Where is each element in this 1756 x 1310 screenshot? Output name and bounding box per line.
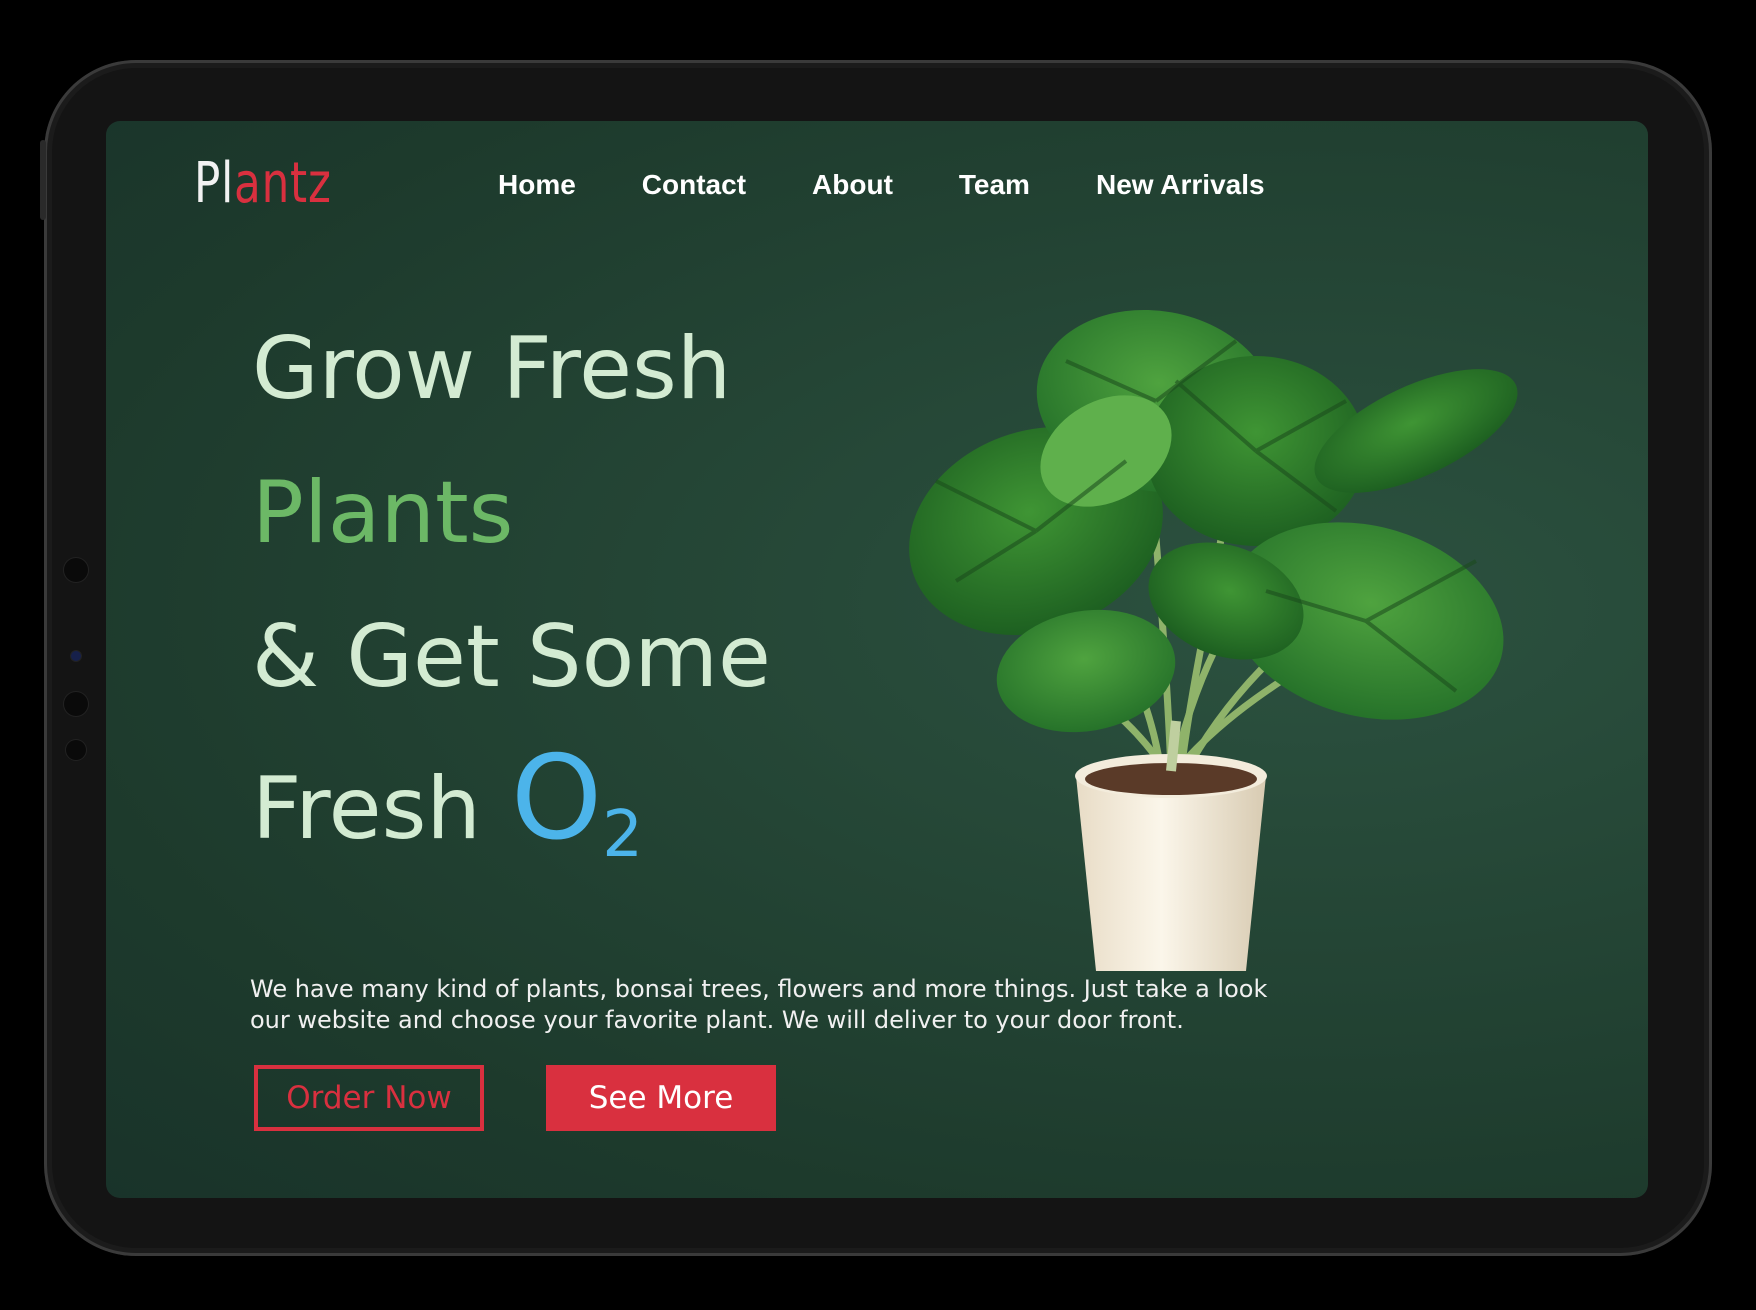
monstera-plant-image: [909, 309, 1518, 971]
hero-line-4: Fresh O2: [252, 741, 643, 885]
hero-line-4-text: Fresh: [252, 759, 481, 859]
camera-icon: [71, 651, 81, 661]
hero-description: We have many kind of plants, bonsai tree…: [250, 975, 1268, 1034]
see-more-button[interactable]: See More: [546, 1065, 776, 1131]
web-page-screen: Plantz Home Contact About Team New Arriv…: [106, 121, 1648, 1198]
sensor-dot: [64, 692, 88, 716]
o2-formula: O2: [510, 731, 643, 873]
side-button: [40, 140, 46, 220]
sensor-dot: [64, 558, 88, 582]
hero-line-3: & Get Some: [252, 607, 771, 707]
nav-home[interactable]: Home: [498, 165, 576, 205]
nav-team[interactable]: Team: [959, 165, 1030, 205]
nav-new-arrivals[interactable]: New Arrivals: [1096, 165, 1265, 205]
o2-subscript: 2: [602, 798, 643, 872]
main-nav: Home Contact About Team New Arrivals: [498, 165, 1331, 205]
hero-line-2: Plants: [252, 463, 514, 563]
o2-main: O: [510, 731, 603, 866]
order-now-button[interactable]: Order Now: [254, 1065, 484, 1131]
logo-part-red: antz: [234, 151, 332, 216]
plantz-logo[interactable]: Plantz: [194, 149, 332, 219]
nav-about[interactable]: About: [812, 165, 893, 205]
sensor-dot: [66, 740, 86, 760]
hero-line-1: Grow Fresh: [252, 319, 732, 419]
logo-part-white: Pl: [194, 151, 235, 216]
nav-contact[interactable]: Contact: [642, 165, 746, 205]
